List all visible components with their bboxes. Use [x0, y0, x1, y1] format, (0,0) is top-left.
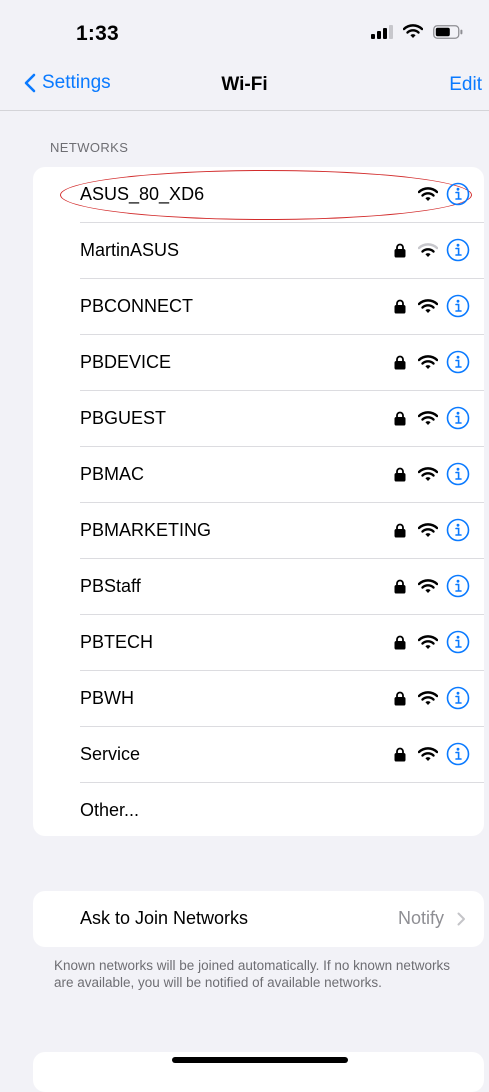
lock-icon: [394, 691, 406, 705]
lock-icon: [394, 299, 406, 313]
page-title: Wi-Fi: [221, 74, 268, 95]
info-icon[interactable]: [446, 518, 470, 542]
other-network-label: Other...: [80, 800, 140, 820]
network-status-icons: [394, 686, 470, 710]
chevron-right-icon: [457, 912, 465, 926]
other-network-row[interactable]: Other...: [33, 783, 484, 839]
network-name: PBCONNECT: [80, 296, 194, 316]
wifi-signal-icon: [418, 746, 438, 761]
ask-to-join-value: Notify: [397, 908, 444, 928]
network-row[interactable]: PBCONNECT: [33, 279, 484, 335]
wifi-signal-icon: [418, 578, 438, 593]
info-icon[interactable]: [446, 742, 470, 766]
network-row[interactable]: PBMARKETING: [33, 503, 484, 559]
network-status-icons: [394, 518, 470, 542]
network-name: PBGUEST: [80, 408, 167, 428]
network-status-icons: [394, 350, 470, 374]
network-status-icons: [394, 238, 470, 262]
lock-icon: [394, 579, 406, 593]
network-status-icons: [394, 630, 470, 654]
network-status-icons: [394, 742, 470, 766]
network-row[interactable]: Service: [33, 727, 484, 783]
lock-icon: [394, 747, 406, 761]
network-name: PBWH: [80, 688, 134, 708]
info-icon[interactable]: [446, 686, 470, 710]
wifi-signal-icon: [418, 466, 438, 481]
navigation-bar: Settings Wi-Fi Edit: [0, 68, 489, 111]
network-row[interactable]: PBMAC: [33, 447, 484, 503]
home-indicator[interactable]: [172, 1057, 348, 1063]
networks-section-header: NETWORKS: [50, 140, 129, 155]
status-bar: 1:33: [0, 0, 489, 68]
info-icon[interactable]: [446, 630, 470, 654]
network-row[interactable]: PBTECH: [33, 615, 484, 671]
networks-list: ASUS_80_XD6 MartinASUS PBCONNECT PBDEVICE PB…: [33, 167, 484, 836]
wifi-signal-icon: [418, 522, 438, 537]
lock-icon: [394, 243, 406, 257]
network-row[interactable]: MartinASUS: [33, 223, 484, 279]
network-name: PBDEVICE: [80, 352, 172, 372]
info-icon[interactable]: [446, 406, 470, 430]
ask-to-join-footnote: Known networks will be joined automatica…: [54, 958, 450, 990]
network-row[interactable]: PBDEVICE: [33, 335, 484, 391]
info-icon[interactable]: [446, 350, 470, 374]
network-status-icons: [394, 406, 470, 430]
ask-to-join-row[interactable]: Ask to Join Networks Notify: [33, 891, 484, 947]
wifi-signal-icon: [418, 186, 438, 201]
lock-icon: [394, 355, 406, 369]
info-icon[interactable]: [446, 462, 470, 486]
signal-icon: [371, 24, 393, 39]
wifi-signal-icon: [418, 242, 438, 257]
info-icon[interactable]: [446, 574, 470, 598]
network-name: PBMARKETING: [80, 520, 212, 540]
network-row[interactable]: PBStaff: [33, 559, 484, 615]
network-status-icons: [418, 182, 470, 206]
status-icons: [371, 24, 463, 39]
network-row[interactable]: PBGUEST: [33, 391, 484, 447]
network-name: PBTECH: [80, 632, 154, 652]
status-time: 1:33: [76, 22, 119, 45]
info-icon[interactable]: [446, 238, 470, 262]
lock-icon: [394, 523, 406, 537]
edit-button[interactable]: Edit: [449, 74, 482, 96]
network-status-icons: [394, 574, 470, 598]
network-name: MartinASUS: [80, 240, 180, 260]
network-name: ASUS_80_XD6: [80, 184, 205, 204]
network-status-icons: [394, 294, 470, 318]
battery-icon: [433, 24, 463, 39]
wifi-signal-icon: [418, 410, 438, 425]
wifi-signal-icon: [418, 634, 438, 649]
wifi-signal-icon: [418, 298, 438, 313]
network-status-icons: [394, 462, 470, 486]
lock-icon: [394, 411, 406, 425]
ask-to-join-label: Ask to Join Networks: [80, 908, 249, 928]
wifi-icon: [403, 24, 423, 38]
info-icon[interactable]: [446, 182, 470, 206]
network-name: PBMAC: [80, 464, 145, 484]
network-row[interactable]: PBWH: [33, 671, 484, 727]
wifi-signal-icon: [418, 690, 438, 705]
network-name: Service: [80, 744, 141, 764]
lock-icon: [394, 635, 406, 649]
wifi-signal-icon: [418, 354, 438, 369]
info-icon[interactable]: [446, 294, 470, 318]
network-name: PBStaff: [80, 576, 141, 596]
lock-icon: [394, 467, 406, 481]
network-row[interactable]: ASUS_80_XD6: [33, 167, 484, 223]
